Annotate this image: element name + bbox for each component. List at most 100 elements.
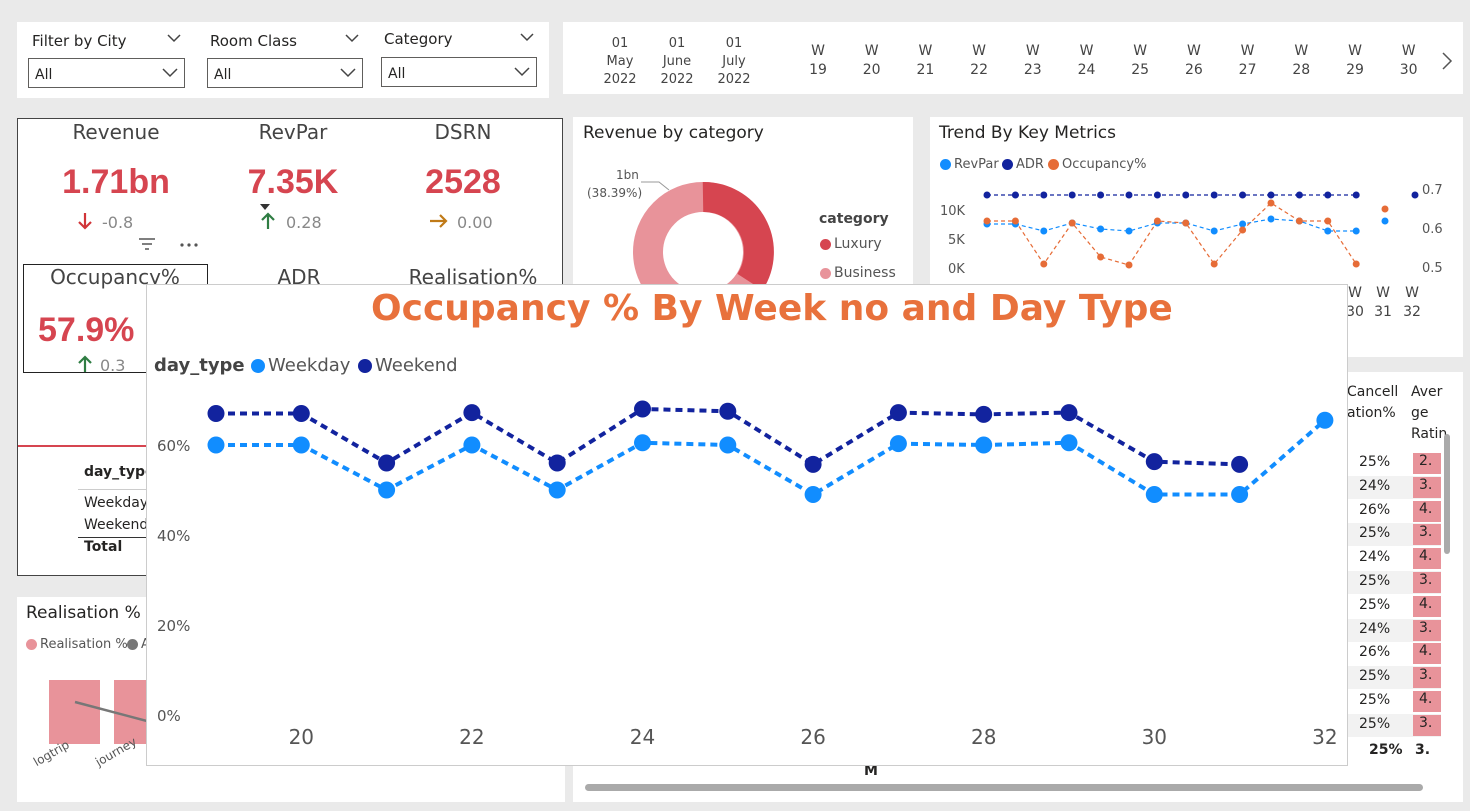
adr-point xyxy=(1239,191,1247,199)
data-point-weekend[interactable] xyxy=(463,404,481,422)
data-point-weekday[interactable] xyxy=(1316,411,1334,429)
data-point-weekday[interactable] xyxy=(1145,486,1163,503)
cancel-cell: 25% xyxy=(1359,454,1391,470)
data-point-weekend[interactable] xyxy=(634,400,651,418)
data-point-weekday[interactable] xyxy=(1231,486,1249,503)
date-july[interactable]: 01 July 2022 xyxy=(714,35,754,89)
cancel-cell: 25% xyxy=(1359,715,1391,732)
data-point-weekend[interactable] xyxy=(1060,404,1078,422)
adr-point xyxy=(1068,191,1076,199)
x-tick-label: 20 xyxy=(289,725,314,749)
y-tick-label: 60% xyxy=(157,437,190,455)
week-24[interactable]: W 24 xyxy=(1075,42,1099,80)
room-class-dropdown[interactable]: All xyxy=(207,58,363,88)
caret-down-icon xyxy=(260,204,270,210)
week-19[interactable]: W 19 xyxy=(806,42,830,80)
data-point-weekday[interactable] xyxy=(975,436,993,454)
data-point-weekday[interactable] xyxy=(378,481,396,499)
filter-icon[interactable] xyxy=(138,237,156,251)
filter-category-label: Category xyxy=(384,30,453,48)
data-point-weekend[interactable] xyxy=(292,405,310,422)
data-point-weekday[interactable] xyxy=(634,434,651,452)
data-point-weekday[interactable] xyxy=(889,435,907,453)
x-tick-label: 30 xyxy=(1142,725,1167,749)
day-type-header: day_type xyxy=(84,464,155,480)
legend-luxury[interactable]: Luxury xyxy=(820,236,882,252)
cancel-cell: 25% xyxy=(1359,525,1391,542)
week-27[interactable]: W 27 xyxy=(1236,42,1260,80)
data-point-weekend[interactable] xyxy=(889,404,907,422)
week-20[interactable]: W 20 xyxy=(860,42,884,80)
week-28[interactable]: W 28 xyxy=(1289,42,1313,80)
rating-cell: 3. xyxy=(1413,714,1441,736)
data-point-weekend[interactable] xyxy=(1231,455,1249,473)
cancel-cell: 25% xyxy=(1359,692,1391,708)
date-may[interactable]: 01 May 2022 xyxy=(600,35,640,89)
occupancy-point xyxy=(1324,217,1332,225)
cancel-cell: 24% xyxy=(1359,620,1391,637)
revpar-point xyxy=(1097,225,1105,233)
occupancy-by-week-chart: Occupancy % By Week no and Day Type day_… xyxy=(146,284,1348,766)
occupancy-point xyxy=(1381,205,1389,213)
x-tick-label: 26 xyxy=(800,725,825,749)
chevron-down-icon xyxy=(162,68,178,78)
revenue-delta: -0.8 xyxy=(102,213,134,232)
x-tick: W 31 xyxy=(1374,285,1392,320)
week-21[interactable]: W 21 xyxy=(913,42,937,80)
chevron-down-icon[interactable] xyxy=(520,30,534,44)
data-point-weekday[interactable] xyxy=(292,436,310,454)
legend-business[interactable]: Business xyxy=(820,265,896,281)
chevron-right-icon[interactable] xyxy=(1441,52,1453,70)
cancel-cell: 25% xyxy=(1359,573,1391,589)
week-22[interactable]: W 22 xyxy=(967,42,991,80)
cancel-cell: 24% xyxy=(1359,549,1391,566)
city-dropdown[interactable]: All xyxy=(28,58,185,88)
rating-cell: 4. xyxy=(1413,548,1441,570)
data-point-weekend[interactable] xyxy=(548,454,566,472)
data-point-weekend[interactable] xyxy=(1145,453,1163,471)
rating-cell: 3. xyxy=(1413,476,1441,498)
data-point-weekend[interactable] xyxy=(207,405,225,422)
date-june[interactable]: 01 June 2022 xyxy=(657,35,697,89)
week-23[interactable]: W 23 xyxy=(1021,42,1045,80)
data-point-weekday[interactable] xyxy=(207,436,225,454)
data-point-weekend[interactable] xyxy=(975,405,993,423)
chevron-down-icon xyxy=(340,68,356,78)
week-30[interactable]: W 30 xyxy=(1397,42,1421,80)
data-point-weekday[interactable] xyxy=(719,436,737,454)
week-26[interactable]: W 26 xyxy=(1182,42,1206,80)
filter-city-label: Filter by City xyxy=(32,32,127,50)
horizontal-scrollbar[interactable] xyxy=(585,784,1423,791)
data-point-weekday[interactable] xyxy=(463,436,481,454)
occupancy-point xyxy=(1267,199,1275,207)
data-point-weekend[interactable] xyxy=(378,454,396,472)
category-dropdown[interactable]: All xyxy=(381,57,537,87)
adr-point xyxy=(1125,191,1133,199)
total-cancel: 25% xyxy=(1369,742,1403,758)
revenue-title: Revenue xyxy=(72,120,160,144)
chevron-down-icon[interactable] xyxy=(345,31,359,45)
week-25[interactable]: W 25 xyxy=(1128,42,1152,80)
data-point-weekend[interactable] xyxy=(719,402,737,420)
city-dropdown-value: All xyxy=(35,67,53,83)
week-29[interactable]: W 29 xyxy=(1343,42,1367,80)
y-tick-label: 40% xyxy=(157,527,190,545)
more-options-icon[interactable] xyxy=(180,243,198,247)
data-point-weekday[interactable] xyxy=(548,481,566,499)
revpar-value: 7.35K xyxy=(247,163,339,201)
data-point-weekday[interactable] xyxy=(804,486,822,503)
dsrn-value: 2528 xyxy=(425,163,501,201)
data-point-weekend[interactable] xyxy=(804,455,822,473)
occupancy-point xyxy=(1040,260,1048,268)
occupancy-point xyxy=(983,217,991,225)
legend-title: category xyxy=(819,211,889,227)
data-point-weekday[interactable] xyxy=(1060,434,1078,452)
adr-point xyxy=(1295,191,1303,199)
occupancy-point xyxy=(1011,217,1019,225)
occupancy-point xyxy=(1295,217,1303,225)
vertical-scrollbar[interactable] xyxy=(1444,434,1450,554)
revpar-title: RevPar xyxy=(258,120,328,144)
chevron-down-icon xyxy=(514,67,530,77)
chevron-down-icon[interactable] xyxy=(167,31,181,45)
revpar-point xyxy=(1381,217,1389,225)
